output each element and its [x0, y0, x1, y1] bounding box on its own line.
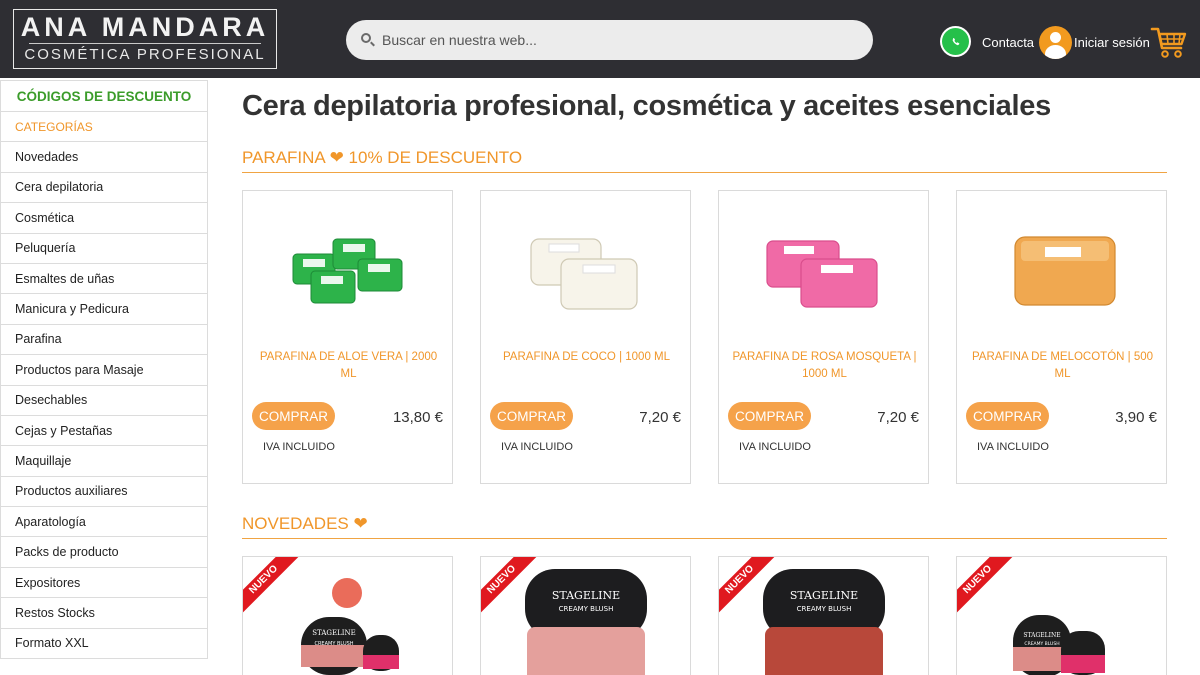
new-product-card[interactable]: NUEVO STAGELINE CREAMY BLUSH [718, 556, 929, 675]
sidebar-item-cosmetica[interactable]: Cosmética [0, 203, 208, 234]
product-price: 3,90 € [1115, 409, 1157, 426]
new-badge: NUEVO [719, 557, 777, 615]
sidebar-item-cejas[interactable]: Cejas y Pestañas [0, 415, 208, 447]
section-heading-parafina: PARAFINA ❤ 10% DE DESCUENTO [242, 148, 1167, 173]
buy-button[interactable]: COMPRAR [966, 402, 1049, 430]
sidebar-item-restos-stocks[interactable]: Restos Stocks [0, 598, 208, 629]
logo-divider [29, 43, 261, 44]
contact-link[interactable]: Contacta [982, 35, 1034, 50]
whatsapp-icon[interactable] [940, 26, 971, 57]
sidebar-item-manicura[interactable]: Manicura y Pedicura [0, 294, 208, 325]
product-name[interactable]: PARAFINA DE MELOCOTÓN | 500 ML [965, 349, 1160, 383]
new-product-card[interactable]: NUEVO STAGELINE CREAMY BLUSH [480, 556, 691, 675]
category-sidebar: CÓDIGOS DE DESCUENTO CATEGORÍAS Novedade… [0, 80, 208, 660]
product-price: 7,20 € [639, 409, 681, 426]
product-name[interactable]: PARAFINA DE COCO | 1000 ML [489, 349, 684, 366]
heart-icon: ❤ [353, 514, 368, 533]
cart-icon[interactable] [1150, 24, 1188, 60]
product-image[interactable] [739, 209, 909, 329]
buy-button[interactable]: COMPRAR [728, 402, 811, 430]
svg-text:STAGELINE: STAGELINE [790, 589, 858, 602]
product-card[interactable]: PARAFINA DE MELOCOTÓN | 500 ML COMPRAR 3… [956, 190, 1167, 484]
logo-title: ANA MANDARA [20, 12, 270, 42]
sidebar-item-novedades[interactable]: Novedades [0, 142, 208, 173]
login-link[interactable]: Iniciar sesión [1074, 35, 1150, 50]
svg-text:STAGELINE: STAGELINE [312, 629, 356, 637]
product-price: 13,80 € [392, 409, 443, 426]
tax-note: IVA INCLUIDO [501, 441, 573, 453]
product-card[interactable]: PARAFINA DE ALOE VERA | 2000 ML COMPRAR … [242, 190, 453, 484]
new-product-card[interactable]: NUEVO STAGELINE CREAMY BLUSH [242, 556, 453, 675]
search-icon[interactable] [360, 32, 376, 48]
section-title: PARAFINA [242, 148, 325, 167]
svg-text:STAGELINE: STAGELINE [1023, 632, 1060, 639]
sidebar-item-packs[interactable]: Packs de producto [0, 537, 208, 568]
product-card[interactable]: PARAFINA DE COCO | 1000 ML COMPRAR 7,20 … [480, 190, 691, 484]
section-title: NOVEDADES [242, 514, 349, 533]
svg-text:CREAMY BLUSH: CREAMY BLUSH [559, 605, 614, 613]
logo-subtitle: COSMÉTICA PROFESIONAL [24, 46, 266, 63]
search-bar[interactable] [346, 20, 873, 60]
product-image[interactable] [501, 209, 671, 329]
site-header: ANA MANDARA COSMÉTICA PROFESIONAL Contac… [0, 0, 1200, 78]
discount-codes-link[interactable]: CÓDIGOS DE DESCUENTO [0, 80, 208, 112]
section-heading-novedades: NOVEDADES ❤ [242, 514, 1167, 539]
new-product-card[interactable]: NUEVO STAGELINE CREAMY BLUSH [956, 556, 1167, 675]
new-badge: NUEVO [243, 557, 301, 615]
tax-note: IVA INCLUIDO [977, 441, 1049, 453]
new-badge: NUEVO [957, 557, 1015, 615]
product-name[interactable]: PARAFINA DE ROSA MOSQUETA | 1000 ML [727, 349, 922, 383]
svg-text:CREAMY BLUSH: CREAMY BLUSH [1024, 641, 1059, 647]
sidebar-item-masaje[interactable]: Productos para Masaje [0, 355, 208, 386]
svg-text:CREAMY BLUSH: CREAMY BLUSH [797, 605, 852, 613]
categories-heading: CATEGORÍAS [0, 112, 208, 143]
tax-note: IVA INCLUIDO [263, 441, 335, 453]
new-badge: NUEVO [481, 557, 539, 615]
sidebar-item-maquillaje[interactable]: Maquillaje [0, 446, 208, 477]
product-image[interactable] [977, 209, 1147, 329]
sidebar-item-auxiliares[interactable]: Productos auxiliares [0, 476, 208, 508]
buy-button[interactable]: COMPRAR [252, 402, 335, 430]
product-image[interactable] [263, 209, 433, 329]
brand-logo[interactable]: ANA MANDARA COSMÉTICA PROFESIONAL [13, 9, 277, 69]
section-subtitle: 10% DE DESCUENTO [348, 148, 523, 167]
sidebar-item-parafina[interactable]: Parafina [0, 324, 208, 356]
heart-icon: ❤ [329, 148, 344, 167]
tax-note: IVA INCLUIDO [739, 441, 811, 453]
sidebar-item-esmaltes[interactable]: Esmaltes de uñas [0, 263, 208, 295]
sidebar-item-peluqueria[interactable]: Peluquería [0, 233, 208, 264]
search-input[interactable] [382, 32, 862, 48]
buy-button[interactable]: COMPRAR [490, 402, 573, 430]
sidebar-item-cera-depilatoria[interactable]: Cera depilatoria [0, 172, 208, 204]
product-price: 7,20 € [877, 409, 919, 426]
sidebar-item-desechables[interactable]: Desechables [0, 385, 208, 416]
sidebar-item-expositores[interactable]: Expositores [0, 567, 208, 599]
product-name[interactable]: PARAFINA DE ALOE VERA | 2000 ML [251, 349, 446, 383]
product-card[interactable]: PARAFINA DE ROSA MOSQUETA | 1000 ML COMP… [718, 190, 929, 484]
sidebar-item-formato-xxl[interactable]: Formato XXL [0, 628, 208, 660]
user-icon[interactable] [1039, 26, 1072, 59]
svg-text:CREAMY BLUSH: CREAMY BLUSH [314, 641, 353, 647]
svg-text:STAGELINE: STAGELINE [552, 589, 620, 602]
page-title: Cera depilatoria profesional, cosmética … [242, 90, 1051, 122]
sidebar-item-aparatologia[interactable]: Aparatología [0, 507, 208, 538]
